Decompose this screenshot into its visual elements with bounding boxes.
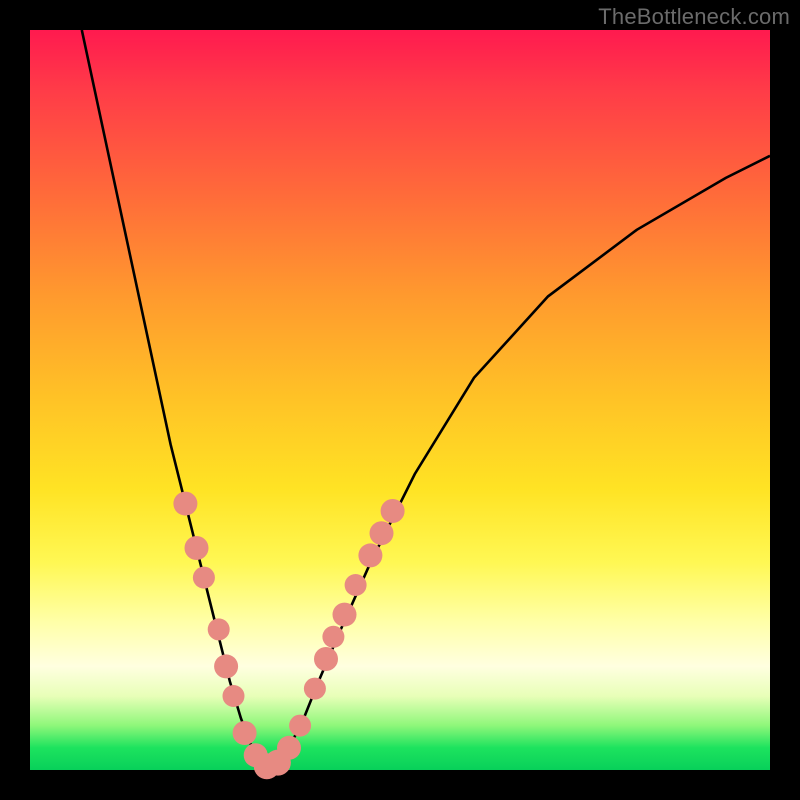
data-marker [314,647,338,671]
data-marker [208,618,230,640]
data-marker [289,715,311,737]
data-marker [173,492,197,516]
data-marker [193,567,215,589]
data-marker [185,536,209,560]
data-marker [333,603,357,627]
data-marker [214,654,238,678]
data-marker [277,736,301,760]
data-marker [370,521,394,545]
data-marker [345,574,367,596]
data-marker [223,685,245,707]
bottleneck-curve [82,30,770,770]
data-marker [358,543,382,567]
plot-area [30,30,770,770]
data-marker [304,678,326,700]
chart-frame: TheBottleneck.com [0,0,800,800]
data-marker [381,499,405,523]
marker-group [173,492,404,780]
data-marker [322,626,344,648]
data-marker [233,721,257,745]
chart-svg [30,30,770,770]
watermark-text: TheBottleneck.com [598,4,790,30]
